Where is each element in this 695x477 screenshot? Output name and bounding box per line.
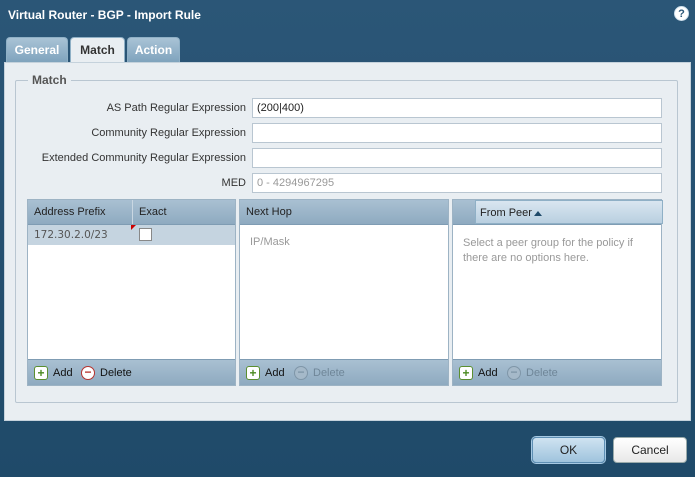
as-path-input[interactable]: (200|400) [252, 98, 662, 118]
delete-next-hop-button[interactable]: − Delete [294, 365, 345, 381]
next-hop-grid-body: IP/Mask [240, 225, 448, 359]
col-select[interactable] [453, 200, 475, 224]
ext-community-label: Extended Community Regular Expression [41, 152, 246, 164]
address-prefix-grid: Address Prefix Exact 172.30.2.0/23 + Add [27, 199, 236, 386]
as-path-label: AS Path Regular Expression [106, 102, 246, 114]
tab-action[interactable]: Action [127, 37, 180, 62]
table-row[interactable]: 172.30.2.0/23 [28, 225, 235, 245]
add-icon: + [459, 366, 473, 380]
col-from-peer[interactable]: From Peer [475, 200, 663, 224]
add-label: Add [478, 367, 498, 379]
address-prefix-grid-body: 172.30.2.0/23 [28, 225, 235, 359]
tab-content-panel: Match AS Path Regular Expression (200|40… [4, 62, 691, 421]
next-hop-placeholder: IP/Mask [250, 236, 290, 248]
match-fieldset: Match AS Path Regular Expression (200|40… [15, 73, 678, 403]
delete-label: Delete [526, 367, 558, 379]
delete-label: Delete [313, 367, 345, 379]
tab-match[interactable]: Match [70, 37, 125, 63]
add-label: Add [53, 367, 73, 379]
next-hop-grid-header: Next Hop [240, 200, 448, 225]
add-from-peer-button[interactable]: + Add [459, 365, 498, 381]
col-exact[interactable]: Exact [132, 200, 237, 224]
delete-icon: − [81, 366, 95, 380]
add-label: Add [265, 367, 285, 379]
from-peer-grid: From Peer Select a peer group for the po… [452, 199, 663, 386]
sort-ascending-icon [534, 211, 542, 216]
delete-label: Delete [100, 367, 132, 379]
col-next-hop[interactable]: Next Hop [240, 200, 450, 224]
community-label: Community Regular Expression [91, 127, 246, 139]
next-hop-grid: Next Hop IP/Mask + Add − Delete [239, 199, 449, 386]
exact-checkbox[interactable] [139, 228, 152, 241]
next-hop-grid-footer: + Add − Delete [240, 359, 448, 385]
from-peer-header-label: From Peer [480, 207, 532, 219]
address-prefix-grid-header: Address Prefix Exact [28, 200, 235, 225]
delete-from-peer-button[interactable]: − Delete [507, 365, 558, 381]
ok-button[interactable]: OK [532, 437, 605, 463]
from-peer-grid-footer: + Add − Delete [453, 359, 661, 385]
import-rule-dialog: Virtual Router - BGP - Import Rule ? Gen… [0, 0, 695, 477]
from-peer-grid-body: Select a peer group for the policy if th… [453, 225, 661, 359]
add-address-prefix-button[interactable]: + Add [34, 365, 73, 381]
dialog-titlebar: Virtual Router - BGP - Import Rule ? [0, 0, 695, 30]
dialog-title: Virtual Router - BGP - Import Rule [8, 8, 201, 22]
cancel-button[interactable]: Cancel [613, 437, 687, 463]
tab-general[interactable]: General [6, 37, 68, 62]
community-input[interactable] [252, 123, 662, 143]
add-next-hop-button[interactable]: + Add [246, 365, 285, 381]
help-icon[interactable]: ? [674, 6, 689, 21]
from-peer-grid-header: From Peer [453, 200, 663, 225]
from-peer-empty-text-1: Select a peer group for the policy if [463, 237, 633, 249]
add-icon: + [34, 366, 48, 380]
address-prefix-grid-footer: + Add − Delete [28, 359, 235, 385]
add-icon: + [246, 366, 260, 380]
from-peer-empty-text-2: there are no options here. [463, 252, 589, 264]
modified-marker [131, 225, 136, 230]
delete-icon: − [294, 366, 308, 380]
match-legend: Match [28, 73, 71, 87]
prefix-cell: 172.30.2.0/23 [34, 229, 108, 241]
med-label: MED [221, 177, 246, 189]
col-address-prefix[interactable]: Address Prefix [28, 200, 132, 224]
ext-community-input[interactable] [252, 148, 662, 168]
med-input[interactable]: 0 - 4294967295 [252, 173, 662, 193]
delete-icon: − [507, 366, 521, 380]
delete-address-prefix-button[interactable]: − Delete [81, 365, 132, 381]
